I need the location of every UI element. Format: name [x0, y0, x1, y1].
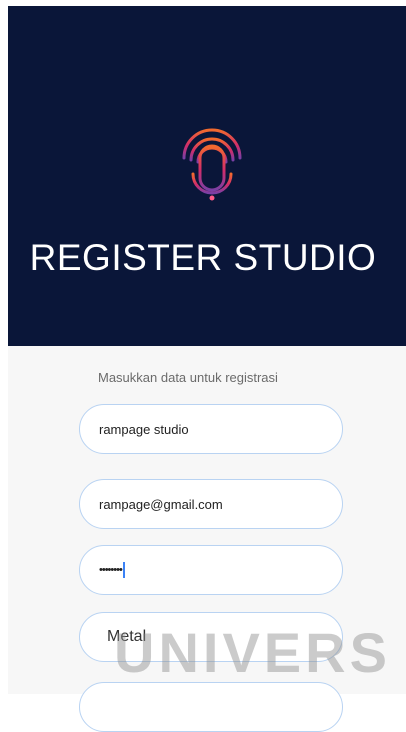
mic-sparkle [209, 195, 215, 201]
microphone-icon [182, 128, 242, 214]
studio-name-input[interactable]: rampage studio [79, 404, 343, 454]
form-subtitle: Masukkan data untuk registrasi [98, 370, 278, 385]
page-title: REGISTER STUDIO [29, 237, 377, 278]
email-value: rampage@gmail.com [99, 496, 223, 512]
next-field[interactable] [79, 682, 343, 732]
password-value: •••••••• [99, 564, 123, 576]
studio-name-value: rampage studio [99, 421, 189, 437]
password-input[interactable]: •••••••• [79, 545, 343, 595]
watermark: UNIVERS [114, 621, 391, 684]
email-input[interactable]: rampage@gmail.com [79, 479, 343, 529]
text-caret [122, 562, 125, 578]
